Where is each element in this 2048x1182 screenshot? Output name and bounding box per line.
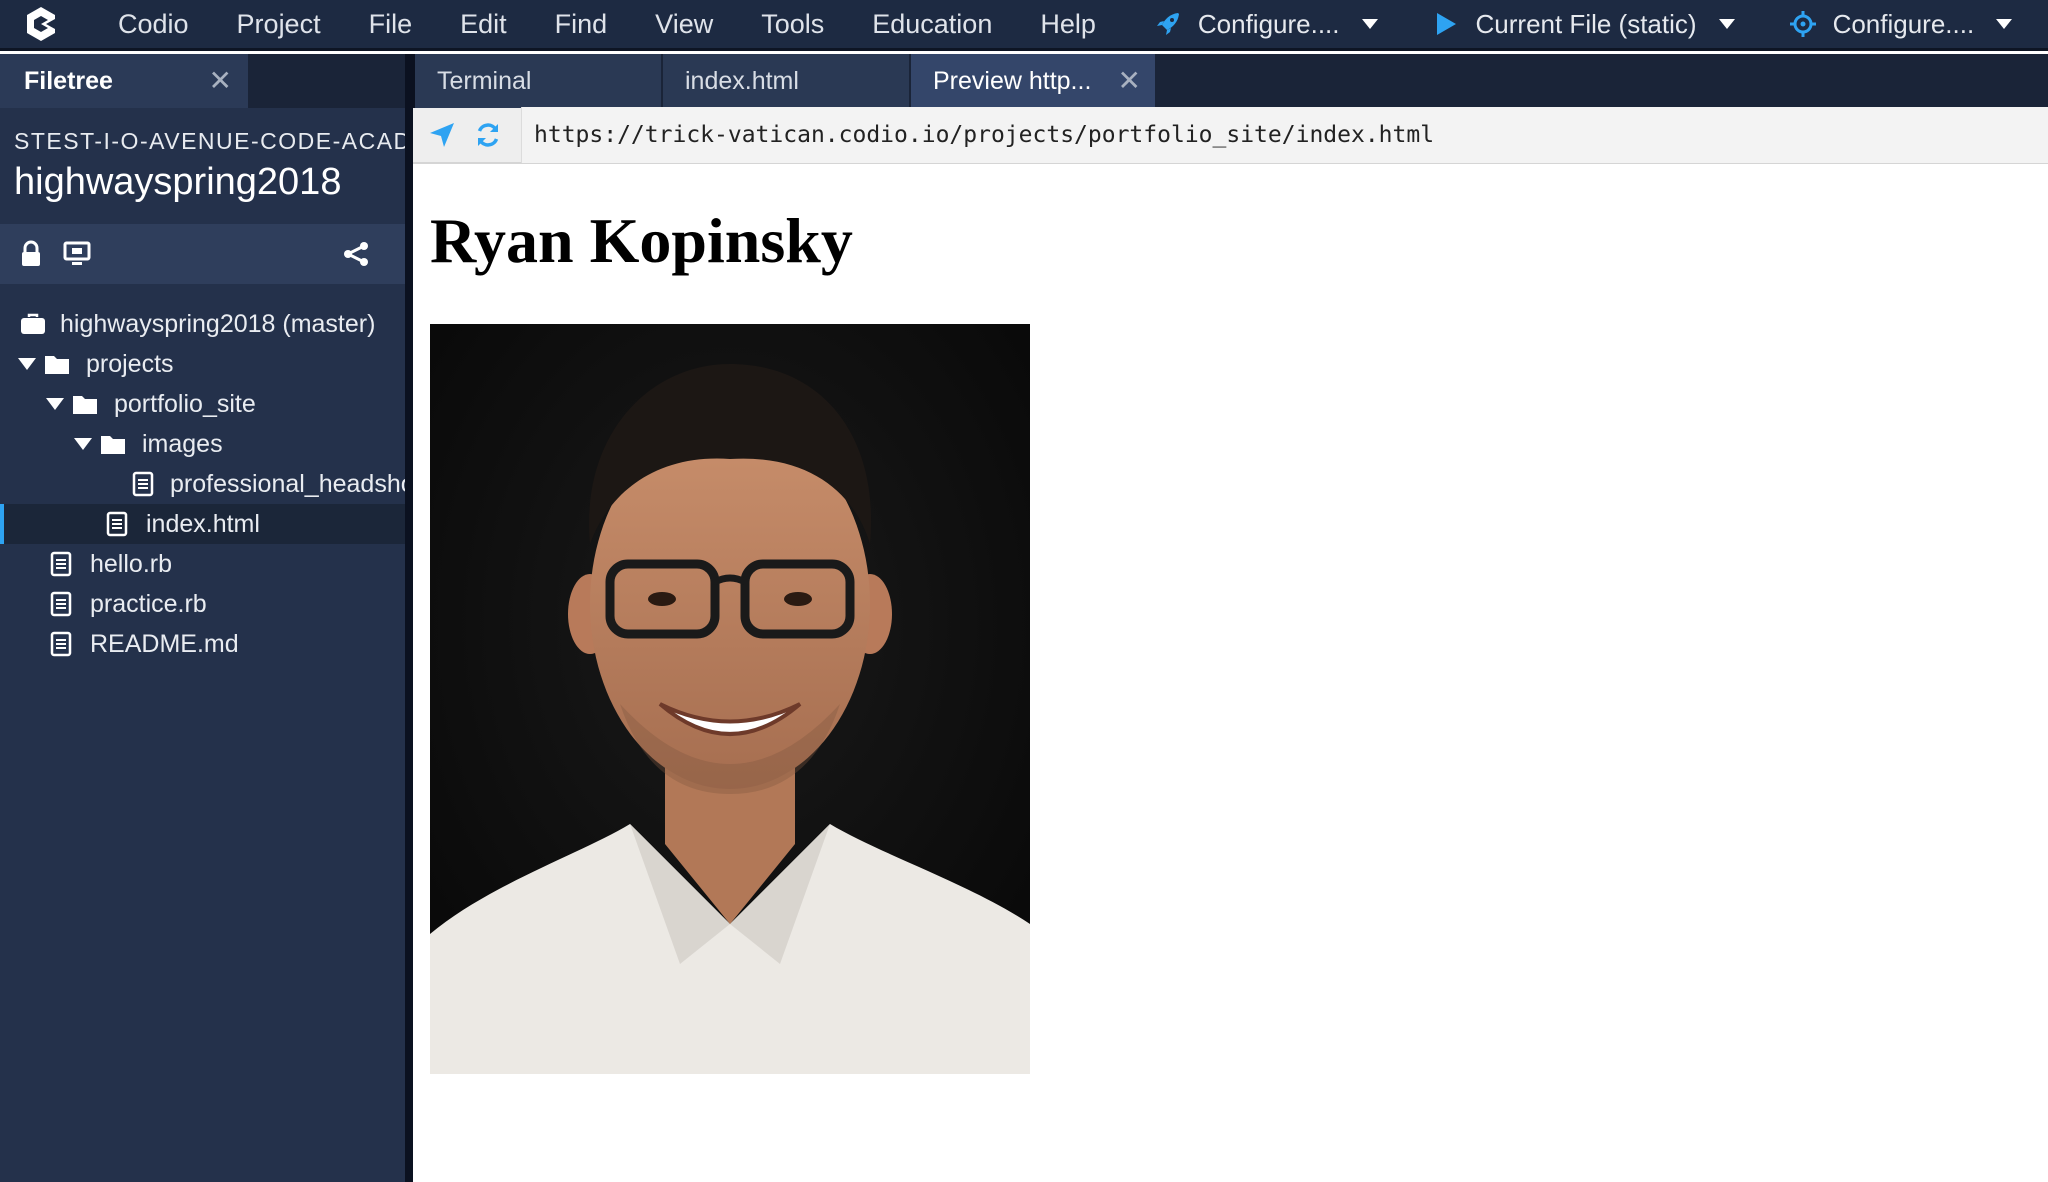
tree-folder-projects[interactable]: projects [0,344,405,384]
codio-logo-icon[interactable] [24,0,78,50]
menu-edit[interactable]: Edit [460,9,507,40]
tree-item-label: images [142,429,223,458]
lock-icon[interactable] [16,239,46,269]
project-toolbar [0,224,405,284]
menu-view[interactable]: View [655,9,713,40]
caret-down-icon[interactable] [72,433,94,455]
menu-tools[interactable]: Tools [761,9,824,40]
menubar: Codio Project File Edit Find View Tools … [0,0,2048,51]
tree-item-label: hello.rb [90,549,172,578]
tree-item-label: professional_headshot.jpg [170,469,405,498]
preview-page: Ryan Kopinsky [413,164,2048,1182]
tree-file-professional-headshot[interactable]: professional_headshot.jpg [0,464,405,504]
chevron-down-icon [1996,15,2014,33]
file-icon [48,631,74,657]
refresh-icon[interactable] [471,118,505,152]
briefcase-icon [20,311,46,337]
filetree-tabbar: Filetree ✕ [0,54,405,108]
tree-item-label: practice.rb [90,589,207,618]
tree-item-repo[interactable]: highwayspring2018 (master) [0,304,405,344]
tree-file-hello-rb[interactable]: hello.rb [0,544,405,584]
navigate-icon[interactable] [425,118,459,152]
close-icon[interactable]: ✕ [1118,67,1141,95]
monitor-icon[interactable] [62,239,92,269]
tree-item-label: highwayspring2018 (master) [60,309,376,338]
chevron-down-icon [1361,15,1380,33]
preview-address-bar [413,107,2048,164]
tree-item-label: projects [86,349,174,378]
tree-item-label: README.md [90,629,239,658]
close-icon[interactable]: ✕ [209,67,232,95]
file-icon [104,511,130,537]
preview-configure-button[interactable]: Configure.... [1787,8,2015,40]
tree-folder-images[interactable]: images [0,424,405,464]
panel-splitter[interactable] [405,54,413,1182]
run-current-file-button[interactable]: Current File (static) [1430,8,1737,40]
tab-index-html[interactable]: index.html [663,54,909,108]
run-current-file-label: Current File (static) [1475,8,1697,39]
file-icon [48,551,74,577]
page-heading: Ryan Kopinsky [430,205,853,276]
caret-down-icon[interactable] [16,353,38,375]
folder-icon [100,431,126,457]
menu-file[interactable]: File [369,9,413,40]
tab-filetree[interactable]: Filetree ✕ [0,54,248,108]
folder-icon [44,351,70,377]
editor-tabbar: Terminal index.html Preview http... ✕ [413,54,2048,108]
tab-label: Terminal [437,66,532,95]
project-name: highwayspring2018 [14,161,342,203]
menu-find[interactable]: Find [555,9,608,40]
tab-preview[interactable]: Preview http... ✕ [911,54,1155,108]
file-icon [48,591,74,617]
menu-education[interactable]: Education [872,9,992,40]
tab-label: Preview http... [933,66,1092,95]
tab-label: index.html [685,66,799,95]
preview-configure-label: Configure.... [1832,8,1975,39]
file-tree: highwayspring2018 (master) projects port… [0,304,405,664]
menu-project[interactable]: Project [237,9,321,40]
tab-filetree-label: Filetree [24,66,113,95]
tree-file-practice-rb[interactable]: practice.rb [0,584,405,624]
project-org-name: STEST-I-O-AVENUE-CODE-ACADEMY [14,128,405,154]
tab-terminal[interactable]: Terminal [415,54,661,108]
chevron-down-icon [1718,15,1737,33]
caret-down-icon[interactable] [44,393,66,415]
target-icon [1787,8,1819,40]
tree-file-readme-md[interactable]: README.md [0,624,405,664]
share-icon[interactable] [341,239,371,269]
filetree-panel: Filetree ✕ STEST-I-O-AVENUE-CODE-ACADEMY… [0,54,405,1182]
tree-item-label: index.html [146,509,260,538]
headshot-photo [430,324,1030,1074]
deploy-configure-label: Configure.... [1197,8,1340,39]
tree-file-index-html[interactable]: index.html [0,504,405,544]
tree-folder-portfolio-site[interactable]: portfolio_site [0,384,405,424]
menu-codio[interactable]: Codio [118,9,189,40]
rocket-icon [1152,8,1184,40]
file-icon [132,471,154,497]
url-input[interactable] [521,107,2048,163]
tree-item-label: portfolio_site [114,389,256,418]
folder-icon [72,391,98,417]
menu-help[interactable]: Help [1040,9,1096,40]
deploy-configure-button[interactable]: Configure.... [1152,8,1380,40]
play-icon [1430,8,1462,40]
